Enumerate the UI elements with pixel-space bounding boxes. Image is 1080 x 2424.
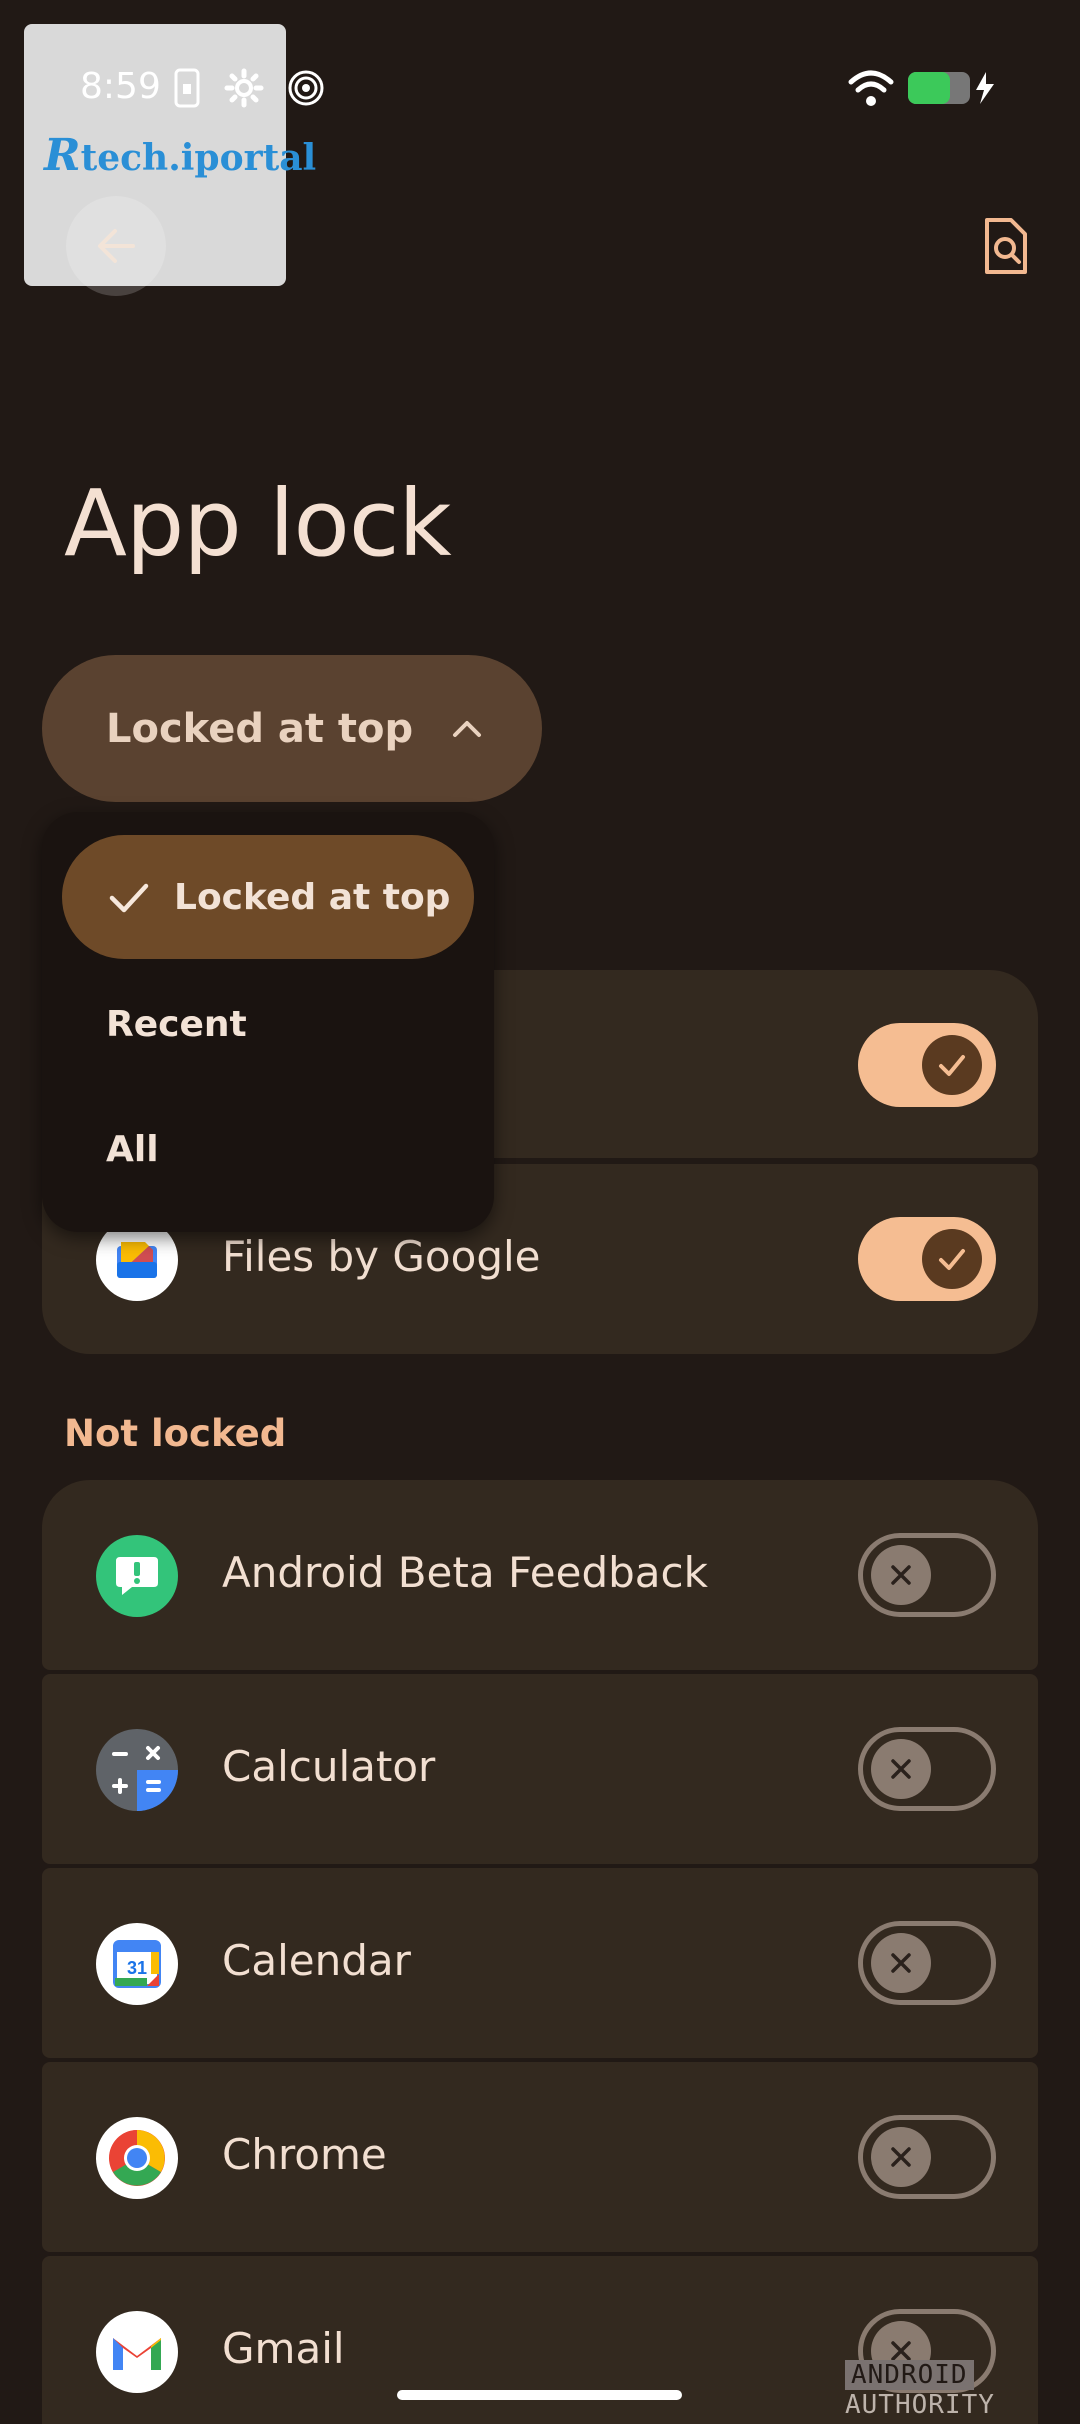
check-icon	[922, 1229, 982, 1289]
app-name: Android Beta Feedback	[222, 1548, 708, 1597]
app-row-android-beta-feedback[interactable]: Android Beta Feedback	[42, 1480, 1038, 1670]
close-icon	[871, 1933, 931, 1993]
gesture-home-bar[interactable]	[397, 2390, 682, 2400]
chevron-up-icon	[447, 709, 487, 749]
sort-dropdown-label: Locked at top	[106, 705, 414, 752]
sort-dropdown[interactable]: Locked at top	[42, 655, 542, 802]
app-row-chrome[interactable]: Chrome	[42, 2062, 1038, 2252]
lock-toggle[interactable]	[858, 2115, 996, 2199]
wifi-icon	[848, 68, 894, 108]
sort-option-label: Recent	[106, 1003, 247, 1045]
svg-text:31: 31	[127, 1958, 147, 1978]
app-name: Calculator	[222, 1742, 436, 1791]
android-beta-feedback-icon	[96, 1535, 178, 1617]
app-name: Files by Google	[222, 1232, 541, 1281]
hotspot-spiral-icon	[286, 68, 326, 108]
lock-toggle[interactable]	[858, 1023, 996, 1107]
sort-option-label: All	[106, 1128, 159, 1170]
sort-option-recent[interactable]: Recent	[62, 962, 474, 1086]
app-row-calculator[interactable]: Calculator	[42, 1674, 1038, 1864]
lock-toggle[interactable]	[858, 1727, 996, 1811]
app-row-calendar[interactable]: 31 Calendar	[42, 1868, 1038, 2058]
lock-toggle[interactable]	[858, 1533, 996, 1617]
lock-toggle[interactable]	[858, 1217, 996, 1301]
document-search-icon	[985, 218, 1027, 274]
section-header-not-locked: Not locked	[64, 1412, 287, 1455]
back-button[interactable]	[66, 196, 166, 296]
calendar-icon: 31	[96, 1923, 178, 2005]
lock-toggle[interactable]	[858, 1921, 996, 2005]
app-name: Calendar	[222, 1936, 411, 1985]
app-name: Gmail	[222, 2324, 345, 2373]
chrome-icon	[96, 2117, 178, 2199]
close-icon	[871, 1739, 931, 1799]
close-icon	[871, 1545, 931, 1605]
sim-card-icon	[174, 68, 200, 108]
calculator-icon	[96, 1729, 178, 1811]
app-lock-screen: 8:59 Rtech.iportal App lock Locked at to…	[0, 0, 1080, 2424]
status-time: 8:59	[80, 66, 161, 107]
gmail-icon	[96, 2311, 178, 2393]
settings-gear-icon	[224, 68, 264, 108]
check-icon	[106, 874, 152, 920]
sort-option-locked-at-top[interactable]: Locked at top	[62, 835, 474, 959]
sort-option-all[interactable]: All	[62, 1087, 474, 1211]
close-icon	[871, 2127, 931, 2187]
battery-charging-icon	[906, 70, 998, 106]
page-title: App lock	[64, 470, 452, 577]
app-name: Chrome	[222, 2130, 387, 2179]
sort-menu: Locked at top Recent All	[42, 812, 494, 1232]
watermark-brand: Rtech.iportal	[44, 130, 317, 181]
sort-option-label: Locked at top	[174, 876, 451, 918]
corner-watermark: ANDROID AUTHORITY	[845, 2360, 995, 2420]
check-icon	[922, 1035, 982, 1095]
arrow-left-icon	[98, 229, 135, 263]
search-apps-button[interactable]	[968, 208, 1044, 284]
